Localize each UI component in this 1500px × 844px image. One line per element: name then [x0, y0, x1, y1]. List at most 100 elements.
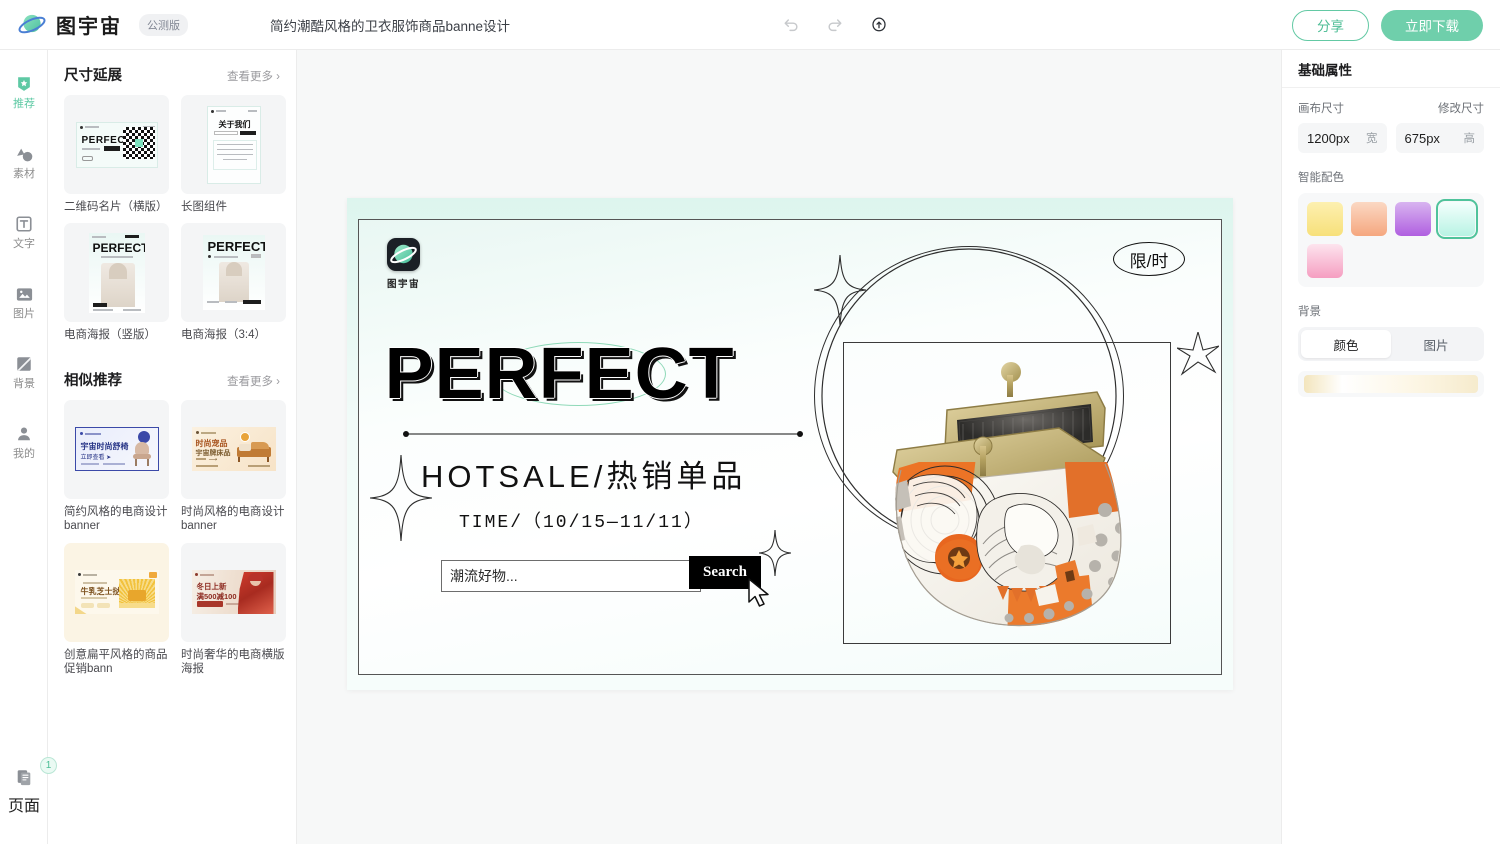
background-icon: [14, 354, 34, 374]
document-title[interactable]: 简约潮酷风格的卫衣服饰商品banne设计: [270, 15, 510, 35]
template-caption: 创意扁平风格的商品促销bann: [64, 648, 168, 675]
text-box-icon: [14, 214, 34, 234]
canvas-search-field[interactable]: 潮流好物...: [441, 560, 701, 592]
template-card[interactable]: 冬日上新 满500减100 时尚奢华的电商横版海报: [181, 542, 286, 677]
template-card[interactable]: PERFECT 电商海报（竖版）: [64, 223, 169, 342]
pages-icon: 1: [14, 757, 57, 787]
mini-banner-red: 冬日上新 满500减100: [191, 570, 276, 614]
palette-swatch-purple[interactable]: [1395, 202, 1431, 236]
template-thumbnail: 关于我们: [181, 95, 286, 194]
download-button[interactable]: 立即下载: [1381, 9, 1483, 41]
coin-purse-image[interactable]: [859, 350, 1169, 640]
template-caption: 电商海报（3:4）: [181, 329, 266, 342]
template-card[interactable]: 宇宙时尚舒椅 立即查看 ➤ 简约风格的电商设计banner: [64, 399, 169, 534]
design-canvas[interactable]: 图宇宙 限/时 PERFECT HOTSALE/热销单品 TIME/（10/15…: [358, 219, 1222, 675]
share-button[interactable]: 分享: [1292, 9, 1369, 41]
template-card[interactable]: 牛乳芝士挞 创意扁平风格的商品促销bann: [64, 542, 169, 677]
template-thumbnail: PERFECT: [64, 95, 169, 194]
height-input[interactable]: 675px 高: [1395, 123, 1484, 153]
left-panel: 尺寸延展 查看更多 › PERFECT 二维码名片（横版） 关于我们 长图组件 …: [48, 50, 297, 844]
template-card[interactable]: PERFECT 电商海报（3:4）: [181, 223, 286, 342]
template-caption: 二维码名片（横版）: [64, 201, 168, 213]
width-value: 1200px: [1307, 130, 1350, 146]
undo-icon[interactable]: [780, 14, 802, 36]
width-unit: 宽: [1366, 133, 1378, 145]
brand-name: 图宇宙: [56, 16, 122, 38]
redo-icon[interactable]: [824, 14, 846, 36]
height-unit: 高: [1463, 133, 1476, 145]
sidebar-item-label: 素材: [13, 168, 35, 180]
background-preview-swatch: [1304, 375, 1478, 393]
left-rail: 推荐 素材 文字 图片 背景 我的 1 页面: [0, 50, 57, 844]
sidebar-item-label: 我的: [13, 448, 35, 460]
subheadline-text: HOTSALE/热销单品: [421, 459, 747, 494]
pages-button[interactable]: 1 页面: [0, 757, 57, 816]
mini-long-page: 关于我们: [206, 105, 261, 184]
sidebar-item-image[interactable]: 图片: [0, 274, 48, 330]
mini-poster-34: PERFECT: [202, 235, 265, 311]
cursor-arrow-icon: [748, 578, 769, 607]
section-more-link[interactable]: 查看更多 ›: [227, 68, 280, 84]
modify-size-link[interactable]: 修改尺寸: [1438, 100, 1484, 116]
sidebar-item-recommend[interactable]: 推荐: [0, 64, 48, 120]
image-icon: [14, 284, 34, 304]
tab-background-image[interactable]: 图片: [1391, 330, 1481, 358]
sidebar-item-label: 推荐: [13, 98, 35, 110]
sidebar-item-mine[interactable]: 我的: [0, 414, 48, 470]
size-fields: 1200px 宽 675px 高: [1298, 123, 1484, 153]
planet-badge-icon: [387, 238, 420, 271]
headline-text: PERFECT: [384, 334, 735, 414]
template-card[interactable]: PERFECT 二维码名片（横版）: [64, 95, 169, 214]
template-card[interactable]: 时尚宠品 宇宙牌床品 ⟶ 时尚风格的电商设计banner: [181, 399, 286, 534]
width-input[interactable]: 1200px 宽: [1298, 123, 1387, 153]
template-grid-size-extension: PERFECT 二维码名片（横版） 关于我们 长图组件 PERFECT 电商海报…: [48, 91, 296, 351]
sidebar-item-label: 文字: [13, 238, 35, 250]
canvas-selection-frame[interactable]: 图宇宙 限/时 PERFECT HOTSALE/热销单品 TIME/（10/15…: [347, 198, 1233, 690]
tab-background-color[interactable]: 颜色: [1301, 330, 1391, 358]
smart-palette: [1298, 193, 1484, 287]
template-grid-similar: 宇宙时尚舒椅 立即查看 ➤ 简约风格的电商设计banner 时尚宠品 宇宙牌床品…: [48, 396, 296, 685]
template-thumbnail: PERFECT: [64, 223, 169, 323]
palette-swatch-peach[interactable]: [1351, 202, 1387, 236]
template-caption: 时尚奢华的电商横版海报: [181, 648, 285, 675]
canvas-logo-name: 图宇宙: [387, 279, 421, 290]
canvas-search-placeholder: 潮流好物...: [450, 568, 518, 584]
header-tools: [780, 0, 890, 50]
template-thumbnail: 牛乳芝士挞: [64, 542, 169, 642]
star-burst-icon: [1177, 332, 1219, 376]
palette-swatch-mint[interactable]: [1436, 199, 1478, 239]
template-caption: 时尚风格的电商设计banner: [181, 505, 285, 533]
mini-poster-vertical: PERFECT: [88, 232, 145, 313]
smart-palette-label: 智能配色: [1298, 172, 1344, 184]
section-header-size-extension: 尺寸延展 查看更多 ›: [48, 50, 296, 91]
background-preview[interactable]: [1298, 371, 1484, 397]
canvas-stage[interactable]: 图宇宙 限/时 PERFECT HOTSALE/热销单品 TIME/（10/15…: [297, 50, 1281, 844]
user-icon: [14, 424, 34, 444]
sidebar-item-background[interactable]: 背景: [0, 344, 48, 400]
mini-qr-card: PERFECT: [75, 121, 158, 168]
palette-swatch-yellow[interactable]: [1307, 202, 1343, 236]
background-tabs: 颜色 图片: [1298, 327, 1484, 361]
limited-time-badge: 限/时: [1113, 242, 1185, 276]
cloud-upload-icon[interactable]: [868, 14, 890, 36]
section-more-label: 查看更多: [226, 71, 273, 83]
right-panel-title: 基础属性: [1282, 50, 1500, 88]
header-actions: 分享 立即下载: [1292, 0, 1483, 50]
shapes-icon: [14, 144, 34, 164]
palette-swatch-pink[interactable]: [1307, 244, 1343, 278]
section-more-link[interactable]: 查看更多 ›: [227, 373, 280, 389]
headline-block: PERFECT: [385, 335, 824, 413]
template-caption: 简约风格的电商设计banner: [64, 505, 168, 533]
template-card[interactable]: 关于我们 长图组件: [181, 95, 286, 214]
planet-logo-icon: [17, 10, 47, 40]
template-thumbnail: 冬日上新 满500减100: [181, 542, 286, 642]
sidebar-item-text[interactable]: 文字: [0, 204, 48, 260]
mini-banner-bed: 时尚宠品 宇宙牌床品 ⟶: [191, 427, 276, 472]
canvas-logo[interactable]: 图宇宙: [387, 238, 420, 290]
app-header: 图宇宙 公测版 简约潮酷风格的卫衣服饰商品banne设计 分享 立即下载: [0, 0, 1500, 50]
section-title: 尺寸延展: [64, 68, 122, 84]
sidebar-item-label: 背景: [13, 378, 35, 390]
section-title: 相似推荐: [64, 372, 122, 389]
sidebar-item-materials[interactable]: 素材: [0, 134, 48, 190]
height-value: 675px: [1404, 130, 1440, 146]
